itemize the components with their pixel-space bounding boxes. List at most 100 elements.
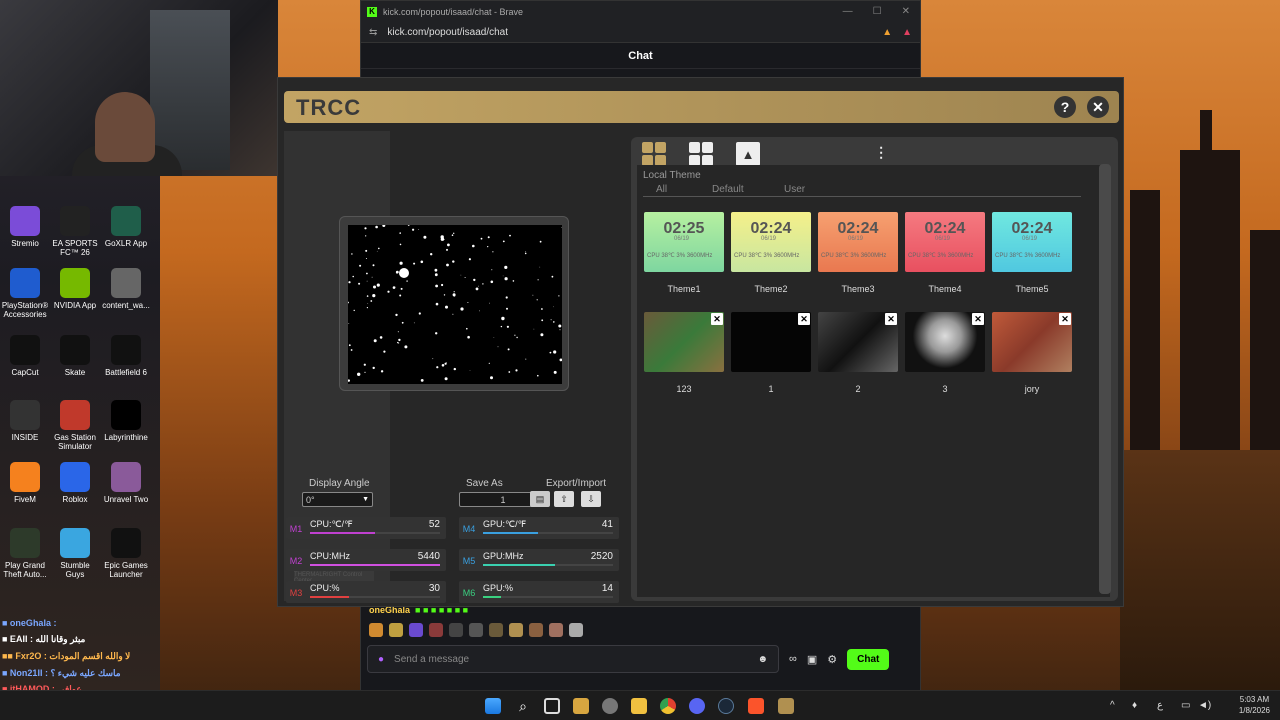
minimize-icon[interactable]: — <box>843 6 853 17</box>
store-icon[interactable] <box>573 698 589 714</box>
desktop-shortcut[interactable]: Epic Games Launcher <box>101 528 151 579</box>
desktop-shortcut[interactable]: Stumble Guys <box>50 528 100 579</box>
theme-scrollbar[interactable] <box>1099 164 1111 594</box>
sensor-metric[interactable]: M3 CPU:% 30 <box>286 581 446 603</box>
user-theme-thumbnail[interactable]: ✕ <box>644 312 724 372</box>
chrome-icon[interactable] <box>660 698 676 714</box>
desktop-shortcut[interactable]: EA SPORTS FC™ 26 <box>50 206 100 257</box>
export-icon[interactable]: ⇧ <box>554 491 574 507</box>
desktop-shortcut[interactable]: Roblox <box>50 462 100 504</box>
emote[interactable] <box>409 623 423 637</box>
emote[interactable] <box>529 623 543 637</box>
close-button[interactable]: ✕ <box>1087 96 1109 118</box>
import-icon[interactable]: ⇩ <box>581 491 601 507</box>
theme-stats: CPU 38℃ 3% 3600MHz <box>995 253 1061 259</box>
desktop-shortcut[interactable]: Unravel Two <box>101 462 151 504</box>
display-angle-select[interactable]: 0° ▼ <box>302 492 373 507</box>
emote[interactable] <box>369 623 383 637</box>
desktop-shortcut[interactable]: Play Grand Theft Auto... <box>0 528 50 579</box>
user-theme-thumbnail[interactable]: ✕ <box>731 312 811 372</box>
close-icon[interactable]: ✕ <box>902 6 910 17</box>
desktop-shortcut[interactable]: Gas Station Simulator <box>50 400 100 451</box>
tab-adjust-icon[interactable]: ⫶ <box>869 142 893 166</box>
delete-theme-icon[interactable]: ✕ <box>711 313 723 325</box>
theme-thumbnail[interactable]: 02:24 06/19 CPU 38℃ 3% 3600MHz <box>992 212 1072 272</box>
site-settings-icon[interactable]: ⇆ <box>369 27 377 38</box>
desktop-shortcut[interactable]: INSIDE <box>0 400 50 442</box>
emote[interactable] <box>549 623 563 637</box>
desktop-shortcut[interactable]: GoXLR App <box>101 206 151 248</box>
user-theme-thumbnail[interactable]: ✕ <box>992 312 1072 372</box>
sensor-metric[interactable]: M1 CPU:℃/℉ 52 <box>286 517 446 539</box>
brave-rewards-icon[interactable]: ▲ <box>902 27 912 38</box>
filter-tab-all[interactable]: All <box>656 184 667 195</box>
desktop-shortcut[interactable]: Labyrinthine <box>101 400 151 442</box>
microphone-icon[interactable]: ● <box>378 654 384 665</box>
search-icon[interactable]: ⌕ <box>515 698 531 714</box>
filter-tab-user[interactable]: User <box>784 184 805 195</box>
volume-icon[interactable]: ◄) <box>1198 700 1211 711</box>
address-bar[interactable]: ⇆ kick.com/popout/isaad/chat ▲ ▲ <box>361 22 920 43</box>
epic-icon <box>111 528 141 558</box>
discord-icon[interactable] <box>689 698 705 714</box>
points-icon[interactable]: ∞ <box>789 653 797 665</box>
steam-icon[interactable] <box>718 698 734 714</box>
trcc-taskbar-icon[interactable] <box>778 698 794 714</box>
emoji-icon[interactable]: ☻ <box>757 654 768 665</box>
start-icon[interactable] <box>485 698 501 714</box>
goxlr-icon <box>111 206 141 236</box>
tab-theme-grid-icon[interactable] <box>642 142 666 166</box>
desktop-shortcut[interactable]: FiveM <box>0 462 50 504</box>
task-view-icon[interactable] <box>544 698 560 714</box>
emote[interactable] <box>389 623 403 637</box>
tab-image-icon[interactable]: ▲ <box>736 142 760 166</box>
emote[interactable] <box>489 623 503 637</box>
emote[interactable] <box>509 623 523 637</box>
delete-theme-icon[interactable]: ✕ <box>885 313 897 325</box>
desktop-shortcut[interactable]: Skate <box>50 335 100 377</box>
save-icon[interactable]: ▤ <box>530 491 550 507</box>
delete-theme-icon[interactable]: ✕ <box>798 313 810 325</box>
desktop-shortcut[interactable]: CapCut <box>0 335 50 377</box>
theme-thumbnail[interactable]: 02:25 06/19 CPU 38℃ 3% 3600MHz <box>644 212 724 272</box>
user-theme-thumbnail[interactable]: ✕ <box>818 312 898 372</box>
tray-chevron-icon[interactable]: ^ <box>1110 700 1115 711</box>
obs-icon[interactable] <box>602 698 618 714</box>
url-text[interactable]: kick.com/popout/isaad/chat <box>387 27 508 38</box>
gift-icon[interactable]: ▣ <box>807 653 817 666</box>
sensor-metric[interactable]: M5 GPU:MHz 2520 <box>459 549 619 571</box>
desktop-shortcut[interactable]: content_wa... <box>101 268 151 310</box>
desktop-shortcut[interactable]: Stremio <box>0 206 50 248</box>
desktop-shortcut[interactable]: NVIDIA App <box>50 268 100 310</box>
tab-cloud-theme-icon[interactable] <box>689 142 713 166</box>
theme-thumbnail[interactable]: 02:24 06/19 CPU 38℃ 3% 3600MHz <box>818 212 898 272</box>
theme-thumbnail[interactable]: 02:24 06/19 CPU 38℃ 3% 3600MHz <box>731 212 811 272</box>
help-button[interactable]: ? <box>1054 96 1076 118</box>
filter-tab-default[interactable]: Default <box>712 184 744 195</box>
emote[interactable] <box>569 623 583 637</box>
network-icon[interactable]: ▭ <box>1181 700 1190 711</box>
file-explorer-icon[interactable] <box>631 698 647 714</box>
desktop-shortcut[interactable]: PlayStation® Accessories <box>0 268 50 319</box>
input-language[interactable]: ع <box>1157 700 1163 711</box>
brave-shield-icon[interactable]: ▲ <box>882 27 892 38</box>
stremio-icon <box>10 206 40 236</box>
sensor-metric[interactable]: M2 CPU:MHz 5440 <box>286 549 446 571</box>
message-input[interactable]: ● Send a message ☻ <box>367 645 779 673</box>
emote[interactable] <box>449 623 463 637</box>
theme-thumbnail[interactable]: 02:24 06/19 CPU 38℃ 3% 3600MHz <box>905 212 985 272</box>
emote[interactable] <box>429 623 443 637</box>
clock[interactable]: 5:03 AM 1/8/2026 <box>1239 694 1270 716</box>
settings-icon[interactable]: ⚙ <box>827 653 837 666</box>
delete-theme-icon[interactable]: ✕ <box>1059 313 1071 325</box>
maximize-icon[interactable]: ☐ <box>873 6 882 17</box>
brave-icon[interactable] <box>748 698 764 714</box>
chat-send-button[interactable]: Chat <box>847 648 890 670</box>
emote[interactable] <box>469 623 483 637</box>
delete-theme-icon[interactable]: ✕ <box>972 313 984 325</box>
sensor-metric[interactable]: M4 GPU:℃/℉ 41 <box>459 517 619 539</box>
sensor-metric[interactable]: M6 GPU:% 14 <box>459 581 619 603</box>
user-theme-thumbnail[interactable]: ✕ <box>905 312 985 372</box>
tray-mic-icon[interactable]: ♦ <box>1132 700 1137 711</box>
desktop-shortcut[interactable]: Battlefield 6 <box>101 335 151 377</box>
